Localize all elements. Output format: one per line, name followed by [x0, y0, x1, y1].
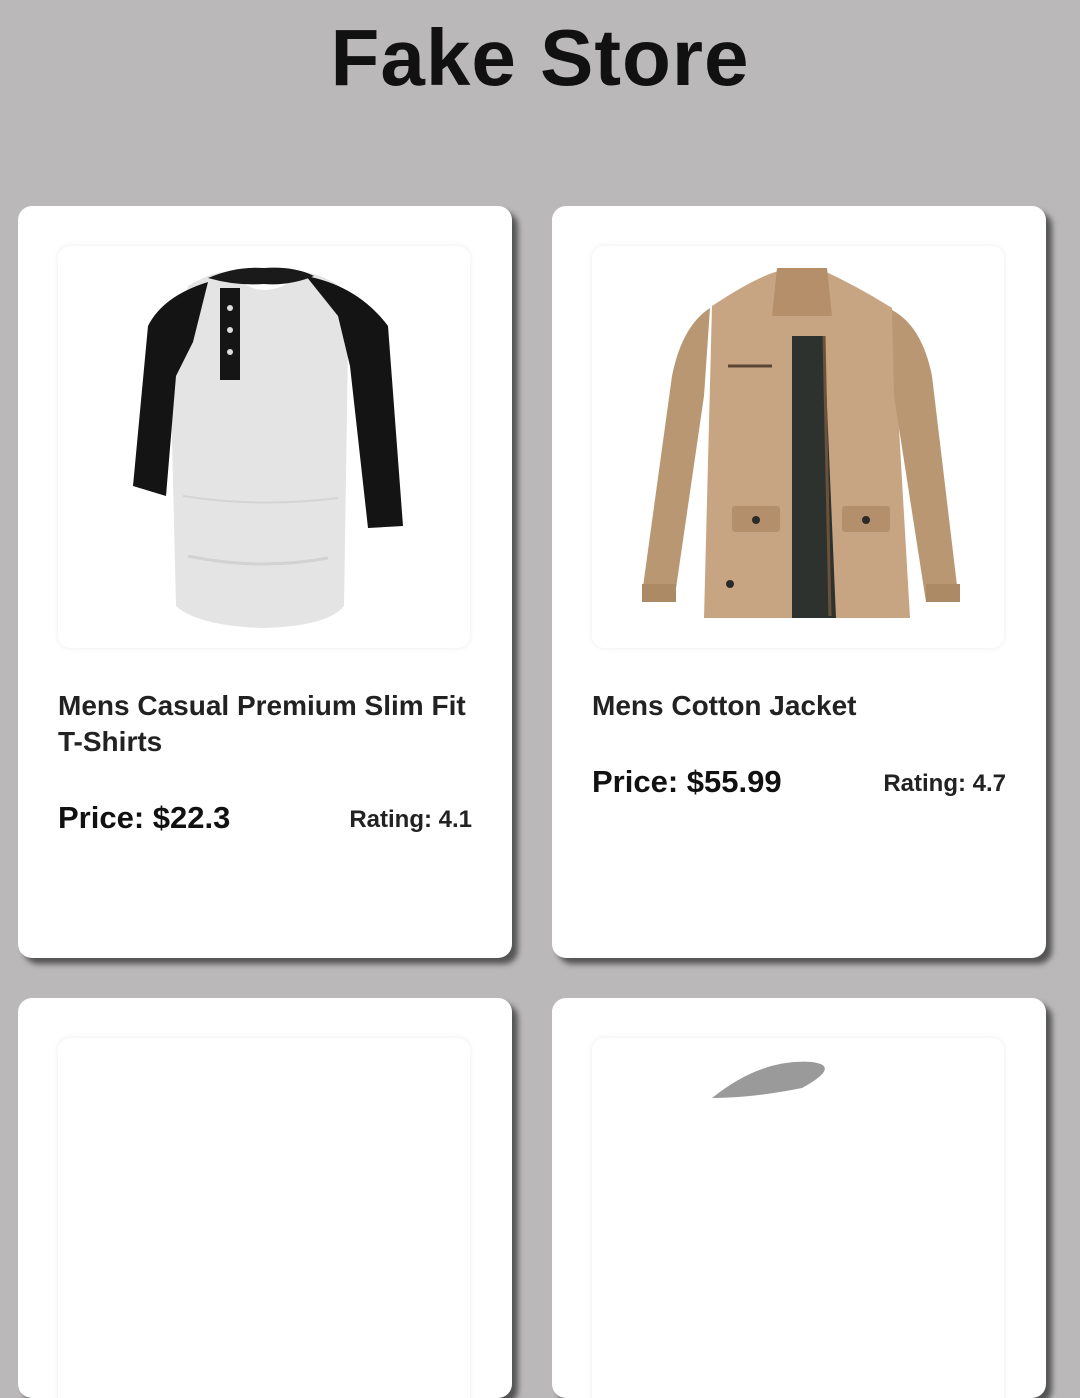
product-rating: Rating: 4.1	[349, 806, 472, 833]
product-image[interactable]	[592, 246, 1004, 648]
product-rating: Rating: 4.7	[883, 770, 1006, 797]
product-price: Price: $22.3	[58, 800, 231, 835]
product-card[interactable]	[552, 998, 1046, 1398]
product-image[interactable]	[592, 1038, 1004, 1398]
product-price: Price: $55.99	[592, 764, 782, 799]
product-card[interactable]: Mens Cotton Jacket Price: $55.99 Rating:…	[552, 206, 1046, 958]
jacket-illustration	[642, 268, 960, 618]
product-image[interactable]	[58, 246, 470, 648]
product-card[interactable]	[18, 998, 512, 1398]
page-title: Fake Store	[330, 13, 750, 102]
product-card[interactable]: Mens Casual Premium Slim Fit T-Shirts Pr…	[18, 206, 512, 958]
product-image-partial	[712, 1061, 825, 1098]
product-title[interactable]: Mens Cotton Jacket	[592, 688, 1006, 724]
product-title[interactable]: Mens Casual Premium Slim Fit T-Shirts	[58, 688, 472, 760]
product-image[interactable]	[58, 1038, 470, 1398]
raglan-shirt-illustration	[133, 267, 403, 628]
